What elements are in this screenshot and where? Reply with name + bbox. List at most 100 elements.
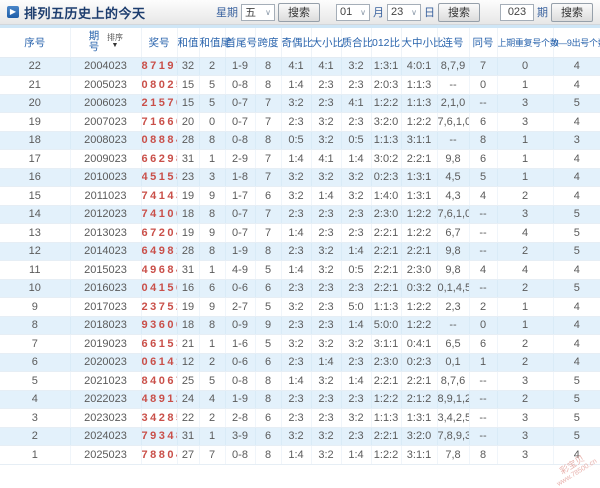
cell-prev-repeat: 3 xyxy=(497,427,554,446)
cell-sum: 24 xyxy=(177,390,200,409)
cell-prize: 06141 xyxy=(141,353,178,372)
cell-consecutive: -- xyxy=(437,131,470,150)
cell-sum-tail: 4 xyxy=(199,390,226,409)
cell-prev-repeat: 1 xyxy=(497,75,554,95)
cell-prev-repeat: 2 xyxy=(497,242,554,261)
cell-prev-repeat: 3 xyxy=(497,371,554,391)
date-search-button[interactable]: 搜索 xyxy=(438,2,480,22)
cell-prime-composite: 3:2 xyxy=(341,186,372,206)
day-label: 日 xyxy=(424,7,435,19)
cell-index: 5 xyxy=(0,371,71,391)
cell-odd-even: 1:4 xyxy=(281,445,312,465)
weekday-select[interactable]: 五 ∨ xyxy=(241,3,275,21)
cell-odd-even: 2:3 xyxy=(281,112,312,132)
cell-digit-count: 4 xyxy=(553,149,600,169)
cell-index: 11 xyxy=(0,260,71,280)
cell-index: 10 xyxy=(0,279,71,298)
cell-prize: 64981 xyxy=(141,242,178,261)
cell-consecutive: 7,6,1,0 xyxy=(437,112,470,132)
cell-span: 7 xyxy=(255,112,282,132)
cell-zot-ratio: 2:2:1 xyxy=(371,260,402,280)
cell-prev-repeat: 1 xyxy=(497,168,554,187)
cell-digit-count: 4 xyxy=(553,297,600,317)
cell-prime-composite: 2:3 xyxy=(341,353,372,372)
issue-search-group: 期 搜索 xyxy=(500,2,593,22)
cell-odd-even: 0:5 xyxy=(281,131,312,150)
cell-zot-ratio: 1:3:1 xyxy=(371,57,402,76)
cell-consecutive: 0,1,4,5,6 xyxy=(437,279,470,298)
cell-index: 6 xyxy=(0,353,71,372)
cell-zot-ratio: 2:2:1 xyxy=(371,279,402,298)
cell-issue: 2007023 xyxy=(70,112,142,132)
cell-odd-even: 1:4 xyxy=(281,149,312,169)
cell-prize: 93600 xyxy=(141,316,178,335)
issue-input[interactable] xyxy=(500,3,534,21)
sort-control[interactable]: 排序 ▼ xyxy=(107,34,123,50)
cell-sum: 25 xyxy=(177,371,200,391)
cell-big-small: 2:3 xyxy=(311,205,342,224)
cell-big-small: 2:3 xyxy=(311,408,342,428)
month-select[interactable]: 01 ∨ xyxy=(336,3,370,21)
cell-prime-composite: 2:3 xyxy=(341,279,372,298)
table-row: 32023023342852222-862:32:33:21:1:31:3:13… xyxy=(0,408,600,428)
table-row: 22024023793483113-963:23:22:32:2:13:2:07… xyxy=(0,427,600,446)
cell-odd-even: 3:2 xyxy=(281,94,312,113)
cell-index: 16 xyxy=(0,168,71,187)
cell-big-mid-small: 2:3:0 xyxy=(401,260,438,280)
cell-index: 7 xyxy=(0,334,71,354)
cell-digit-count: 4 xyxy=(553,260,600,280)
cell-sum-tail: 1 xyxy=(199,427,226,446)
cell-prize: 87197 xyxy=(141,57,178,76)
table-row: 112015023496843114-951:43:20:52:2:12:3:0… xyxy=(0,260,600,280)
cell-prev-repeat: 2 xyxy=(497,334,554,354)
cell-prev-repeat: 1 xyxy=(497,316,554,335)
col-odd-even: 奇偶比 xyxy=(281,28,313,58)
cell-same: -- xyxy=(469,371,498,391)
cell-digit-count: 5 xyxy=(553,205,600,224)
cell-span: 8 xyxy=(255,445,282,465)
table-row: 122014023649812881-982:33:21:42:2:12:2:1… xyxy=(0,242,600,261)
cell-issue: 2018023 xyxy=(70,316,142,335)
cell-sum: 19 xyxy=(177,186,200,206)
cell-issue: 2016023 xyxy=(70,279,142,298)
cell-first-last: 0-7 xyxy=(225,223,256,243)
cell-sum: 31 xyxy=(177,427,200,446)
cell-prime-composite: 2:3 xyxy=(341,223,372,243)
table-row: 42022023489122441-982:32:32:31:2:22:1:28… xyxy=(0,390,600,409)
issue-search-button[interactable]: 搜索 xyxy=(551,2,593,22)
cell-zot-ratio: 1:4:0 xyxy=(371,186,402,206)
cell-same: 5 xyxy=(469,168,498,187)
cell-big-small: 2:3 xyxy=(311,75,342,95)
cell-odd-even: 3:2 xyxy=(281,427,312,446)
cell-index: 12 xyxy=(0,242,71,261)
cell-digit-count: 5 xyxy=(553,371,600,391)
cell-span: 6 xyxy=(255,427,282,446)
cell-first-last: 1-6 xyxy=(225,334,256,354)
cell-prize: 34285 xyxy=(141,408,178,428)
cell-zot-ratio: 2:2:1 xyxy=(371,242,402,261)
col-sum: 和值 xyxy=(177,28,200,58)
cell-zot-ratio: 2:2:1 xyxy=(371,371,402,391)
weekday-search-button[interactable]: 搜索 xyxy=(278,2,320,22)
cell-index: 18 xyxy=(0,131,71,150)
cell-issue: 2020023 xyxy=(70,353,142,372)
cell-prime-composite: 3:2 xyxy=(341,168,372,187)
cell-sum-tail: 2 xyxy=(199,57,226,76)
table-row: 222004023871973221-984:14:13:21:3:14:0:1… xyxy=(0,57,600,76)
cell-prime-composite: 3:2 xyxy=(341,57,372,76)
cell-big-mid-small: 1:2:2 xyxy=(401,316,438,335)
col-index: 序号 xyxy=(0,28,71,58)
cell-odd-even: 2:3 xyxy=(281,316,312,335)
cell-sum: 19 xyxy=(177,297,200,317)
cell-sum-tail: 9 xyxy=(199,297,226,317)
cell-span: 5 xyxy=(255,260,282,280)
page-title: 排列五历史上的今天 xyxy=(24,5,146,21)
cell-prev-repeat: 3 xyxy=(497,112,554,132)
day-select[interactable]: 23 ∨ xyxy=(387,3,421,21)
cell-digit-count: 4 xyxy=(553,316,600,335)
cell-prime-composite: 1:4 xyxy=(341,316,372,335)
cell-big-mid-small: 1:2:2 xyxy=(401,223,438,243)
cell-zot-ratio: 1:1:3 xyxy=(371,131,402,150)
cell-consecutive: 3,4,2,5 xyxy=(437,408,470,428)
cell-prev-repeat: 1 xyxy=(497,149,554,169)
